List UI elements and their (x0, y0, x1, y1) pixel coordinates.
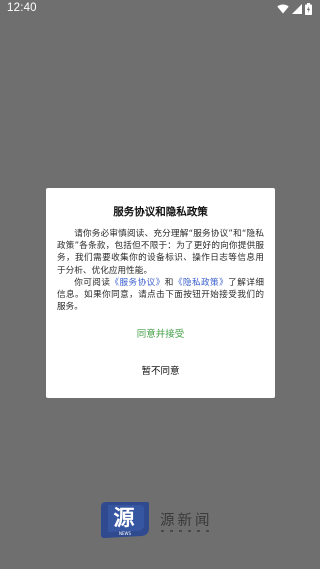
privacy-dialog: 服务协议和隐私政策 请你务必审慎阅读、充分理解“服务协议”和“隐私政策”各条款，… (46, 188, 275, 398)
screen: 12:40 服务协议和隐私政策 请你务必审慎阅读、充分理解“服务协议”和“隐私政… (0, 0, 320, 569)
dialog-body: 请你务必审慎阅读、充分理解“服务协议”和“隐私政策”各条款，包括但不限于：为了更… (57, 228, 264, 313)
status-icons (277, 3, 312, 15)
privacy-policy-link[interactable]: 《隐私政策》 (174, 278, 228, 288)
and-text: 和 (164, 277, 174, 288)
logo-badge-subtext: NEWS (119, 531, 131, 536)
cellular-signal-icon (292, 4, 302, 14)
logo-badge-text: 源 (114, 506, 135, 530)
service-agreement-link[interactable]: 《服务协议》 (110, 278, 164, 288)
brand-name: 源新闻 (160, 513, 213, 529)
status-time: 12:40 (7, 2, 37, 14)
disagree-button[interactable]: 暂不同意 (46, 361, 275, 383)
wifi-icon (277, 4, 289, 14)
dialog-paragraph-1: 请你务必审慎阅读、充分理解“服务协议”和“隐私政策”各条款，包括但不限于：为了更… (57, 229, 264, 276)
dialog-title: 服务协议和隐私政策 (113, 206, 208, 218)
brand-tagline-dots (161, 530, 209, 532)
dialog-paragraph-2: 你可阅读《服务协议》和《隐私政策》了解详细信息。如果你同意，请点击下面按钮开始接… (57, 277, 264, 314)
status-bar: 12:40 (0, 0, 320, 20)
brand-logo: 源 NEWS 源新闻 (100, 501, 230, 541)
logo-badge-icon: 源 NEWS (100, 501, 150, 539)
paragraph-2-prefix: 你可阅读 (74, 277, 111, 288)
battery-icon (305, 3, 312, 15)
agree-button[interactable]: 同意并接受 (46, 324, 275, 346)
